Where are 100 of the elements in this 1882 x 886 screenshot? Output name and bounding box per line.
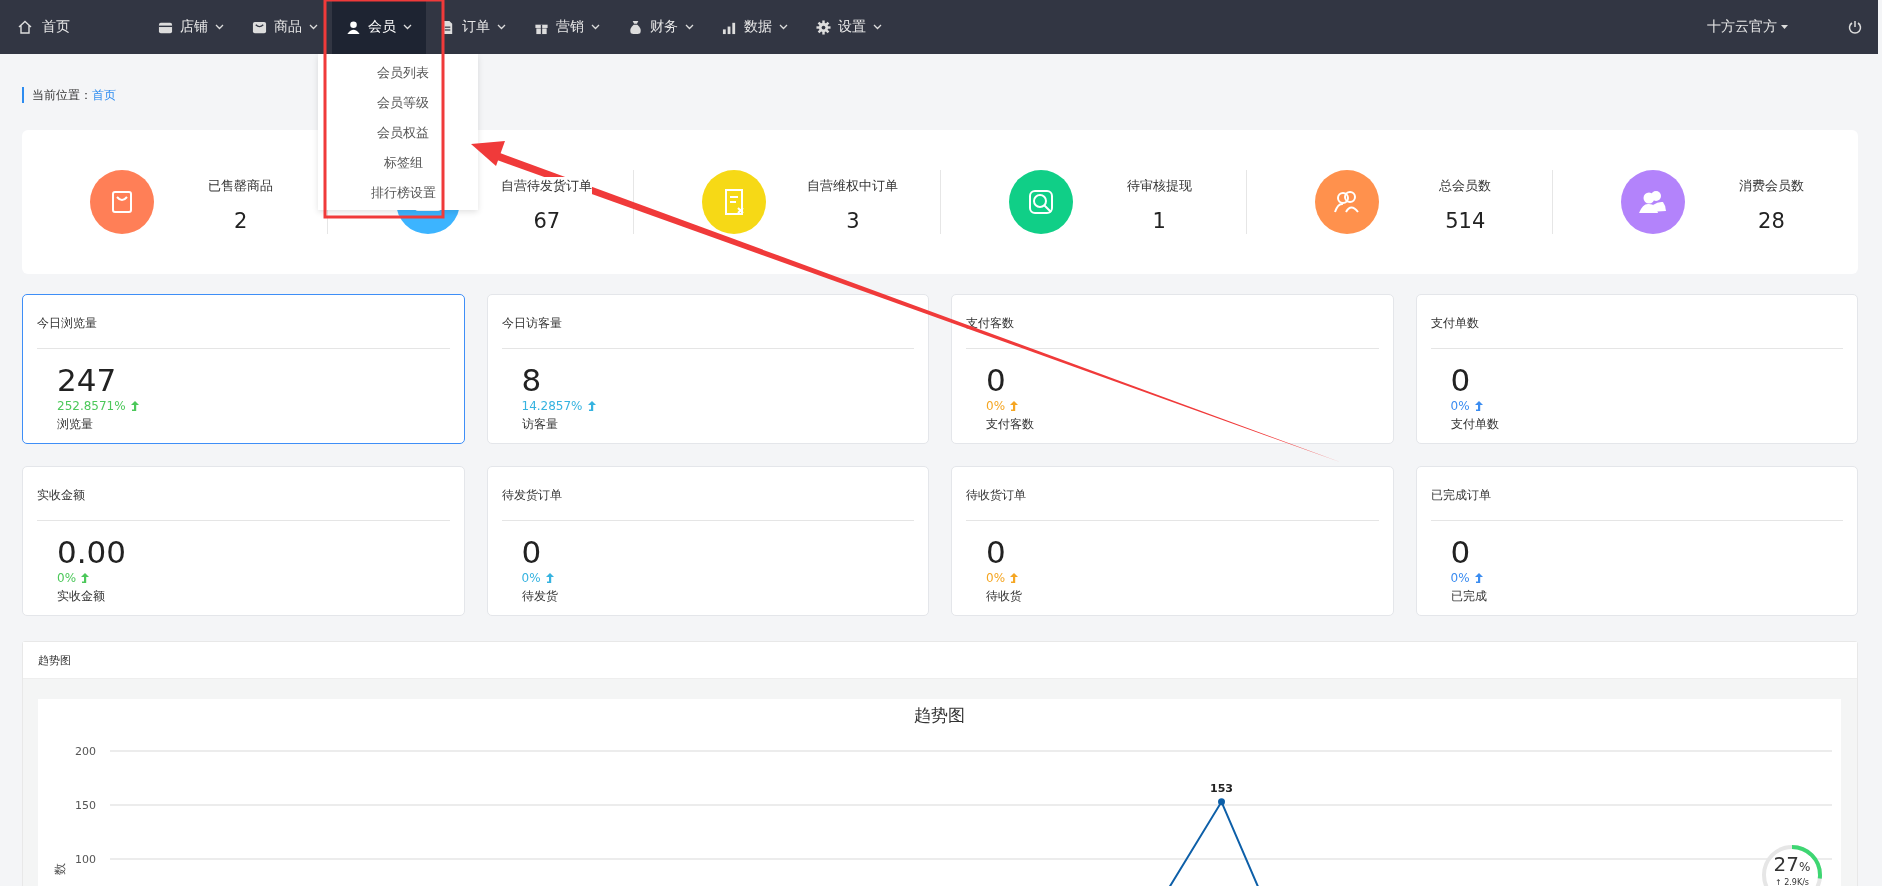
- dropdown-menu-item[interactable]: 会员等级: [318, 88, 478, 118]
- home-nav-link[interactable]: 首页: [0, 0, 88, 54]
- settings-icon: [816, 19, 831, 35]
- change-percent: 0%: [986, 571, 1006, 585]
- metric-caption: 待收货: [986, 588, 1022, 605]
- metric-card[interactable]: 实收金额 0.00 0% 实收金额: [22, 466, 465, 616]
- usage-percent: 27: [1773, 852, 1799, 876]
- card-title: 已完成订单: [1430, 487, 1491, 504]
- nav-menu-item[interactable]: 数据: [708, 0, 802, 54]
- chevron-down-icon: [591, 24, 600, 30]
- metric-caption: 浏览量: [57, 416, 93, 433]
- nav-menu-item[interactable]: 营销: [520, 0, 614, 54]
- caret-icon: [1781, 25, 1788, 29]
- chevron-down-icon: [215, 24, 224, 30]
- metric-value: 0: [521, 535, 542, 569]
- metric-caption: 实收金额: [57, 588, 105, 605]
- stat-label: 自营待发货订单: [501, 177, 593, 195]
- nav-menu-item[interactable]: 设置: [802, 0, 896, 54]
- change-percent: 0%: [57, 571, 77, 585]
- stat-value: 1: [1152, 209, 1166, 233]
- metric-caption: 支付客数: [986, 416, 1034, 433]
- metric-card[interactable]: 今日浏览量 247 252.8571% 浏览量: [22, 294, 465, 444]
- panel-title: 趋势图: [38, 652, 71, 668]
- card-title: 实收金额: [37, 487, 85, 504]
- card-title: 今日浏览量: [37, 315, 97, 332]
- dropdown-menu-item[interactable]: 标签组: [318, 148, 478, 178]
- card-title: 今日访客量: [501, 315, 562, 332]
- upload-speed: ↑ 2.9K/s: [1774, 878, 1810, 886]
- chevron-down-icon: [685, 24, 694, 30]
- stat-value: 514: [1445, 209, 1486, 233]
- arrow-up-icon: [1474, 573, 1483, 583]
- chart-title: 趋势图: [913, 705, 965, 725]
- metric-card[interactable]: 待收货订单 0 0% 待收货: [951, 466, 1394, 616]
- dropdown-menu-item[interactable]: 会员权益: [318, 118, 478, 148]
- chevron-down-icon: [403, 24, 412, 30]
- metric-value: 0: [986, 363, 1006, 397]
- y-tick-label: 150: [75, 799, 96, 812]
- change-percent: 0%: [521, 571, 541, 585]
- y-tick-label: 200: [75, 745, 96, 758]
- arrow-up-icon: [545, 573, 554, 583]
- dropdown-menu-item[interactable]: 排行榜设置: [318, 178, 478, 208]
- arrow-up-icon: [130, 401, 139, 411]
- y-tick-label: 100: [75, 853, 96, 866]
- metric-caption: 支付单数: [1450, 416, 1499, 433]
- nav-menu-item[interactable]: 订单: [426, 0, 520, 54]
- metric-card[interactable]: 今日访客量 8 14.2857% 访客量: [486, 294, 929, 444]
- stat-value: 3: [846, 209, 860, 233]
- metric-card[interactable]: 已完成订单 0 0% 已完成: [1415, 466, 1858, 616]
- metric-value: 247: [57, 363, 117, 397]
- y-axis-label: 数: [53, 863, 67, 875]
- stat-value: 2: [233, 209, 248, 233]
- stat-label: 自营维权中订单: [807, 177, 899, 195]
- metric-card[interactable]: 支付单数 0 0% 支付单数: [1415, 294, 1858, 444]
- metric-caption: 访客量: [521, 416, 558, 433]
- stat-label: 待审核提现: [1126, 177, 1192, 195]
- power-icon[interactable]: [1848, 20, 1862, 34]
- money-bag-icon: [628, 19, 643, 35]
- user-icon: [346, 19, 361, 35]
- data-point: [1218, 798, 1225, 806]
- data-label: 153: [1210, 781, 1233, 795]
- arrow-up-icon: [1010, 401, 1019, 411]
- chevron-down-icon: [497, 24, 506, 30]
- nav-menu-item[interactable]: 店铺: [144, 0, 238, 54]
- arrow-up-icon: [1474, 401, 1483, 411]
- user-menu[interactable]: 十方云官方: [1707, 0, 1788, 54]
- arrow-up-icon: [1010, 573, 1019, 583]
- change-percent: 14.2857%: [521, 399, 583, 413]
- stat-value: 28: [1758, 209, 1785, 233]
- metric-caption: 已完成: [1450, 588, 1487, 605]
- metric-value: 8: [521, 363, 542, 397]
- card-title: 待发货订单: [501, 487, 562, 504]
- mail-icon: [252, 19, 267, 35]
- chevron-down-icon: [779, 24, 788, 30]
- stat-label: 已售罄商品: [208, 177, 274, 195]
- nav-menu-item[interactable]: 财务: [614, 0, 708, 54]
- metric-card[interactable]: 待发货订单 0 0% 待发货: [486, 466, 929, 616]
- change-percent: 0%: [1450, 399, 1470, 413]
- nav-menu-item[interactable]: 商品: [238, 0, 332, 54]
- metric-value: 0: [1450, 535, 1471, 569]
- percent-unit: %: [1799, 860, 1811, 874]
- stat-value: 67: [533, 209, 561, 233]
- metric-value: 0: [986, 535, 1006, 569]
- chevron-down-icon: [873, 24, 882, 30]
- metric-caption: 待发货: [521, 588, 558, 605]
- stat-label: 总会员数: [1439, 177, 1492, 195]
- dropdown-menu-item[interactable]: 会员列表: [318, 58, 478, 88]
- metric-value: 0: [1450, 363, 1471, 397]
- stat-label: 消费会员数: [1738, 177, 1804, 195]
- card-title: 待收货订单: [966, 487, 1026, 504]
- change-percent: 252.8571%: [57, 399, 126, 413]
- nav-menu-item[interactable]: 会员: [332, 0, 426, 54]
- metric-value: 0.00: [57, 535, 127, 569]
- home-icon: [18, 20, 32, 34]
- arrow-up-icon: [81, 573, 90, 583]
- arrow-up-icon: [587, 401, 596, 411]
- chevron-down-icon: [309, 24, 318, 30]
- change-percent: 0%: [1450, 571, 1470, 585]
- card-title: 支付单数: [1430, 315, 1479, 332]
- breadcrumb-label: 当前位置：: [32, 86, 92, 104]
- change-percent: 0%: [986, 399, 1006, 413]
